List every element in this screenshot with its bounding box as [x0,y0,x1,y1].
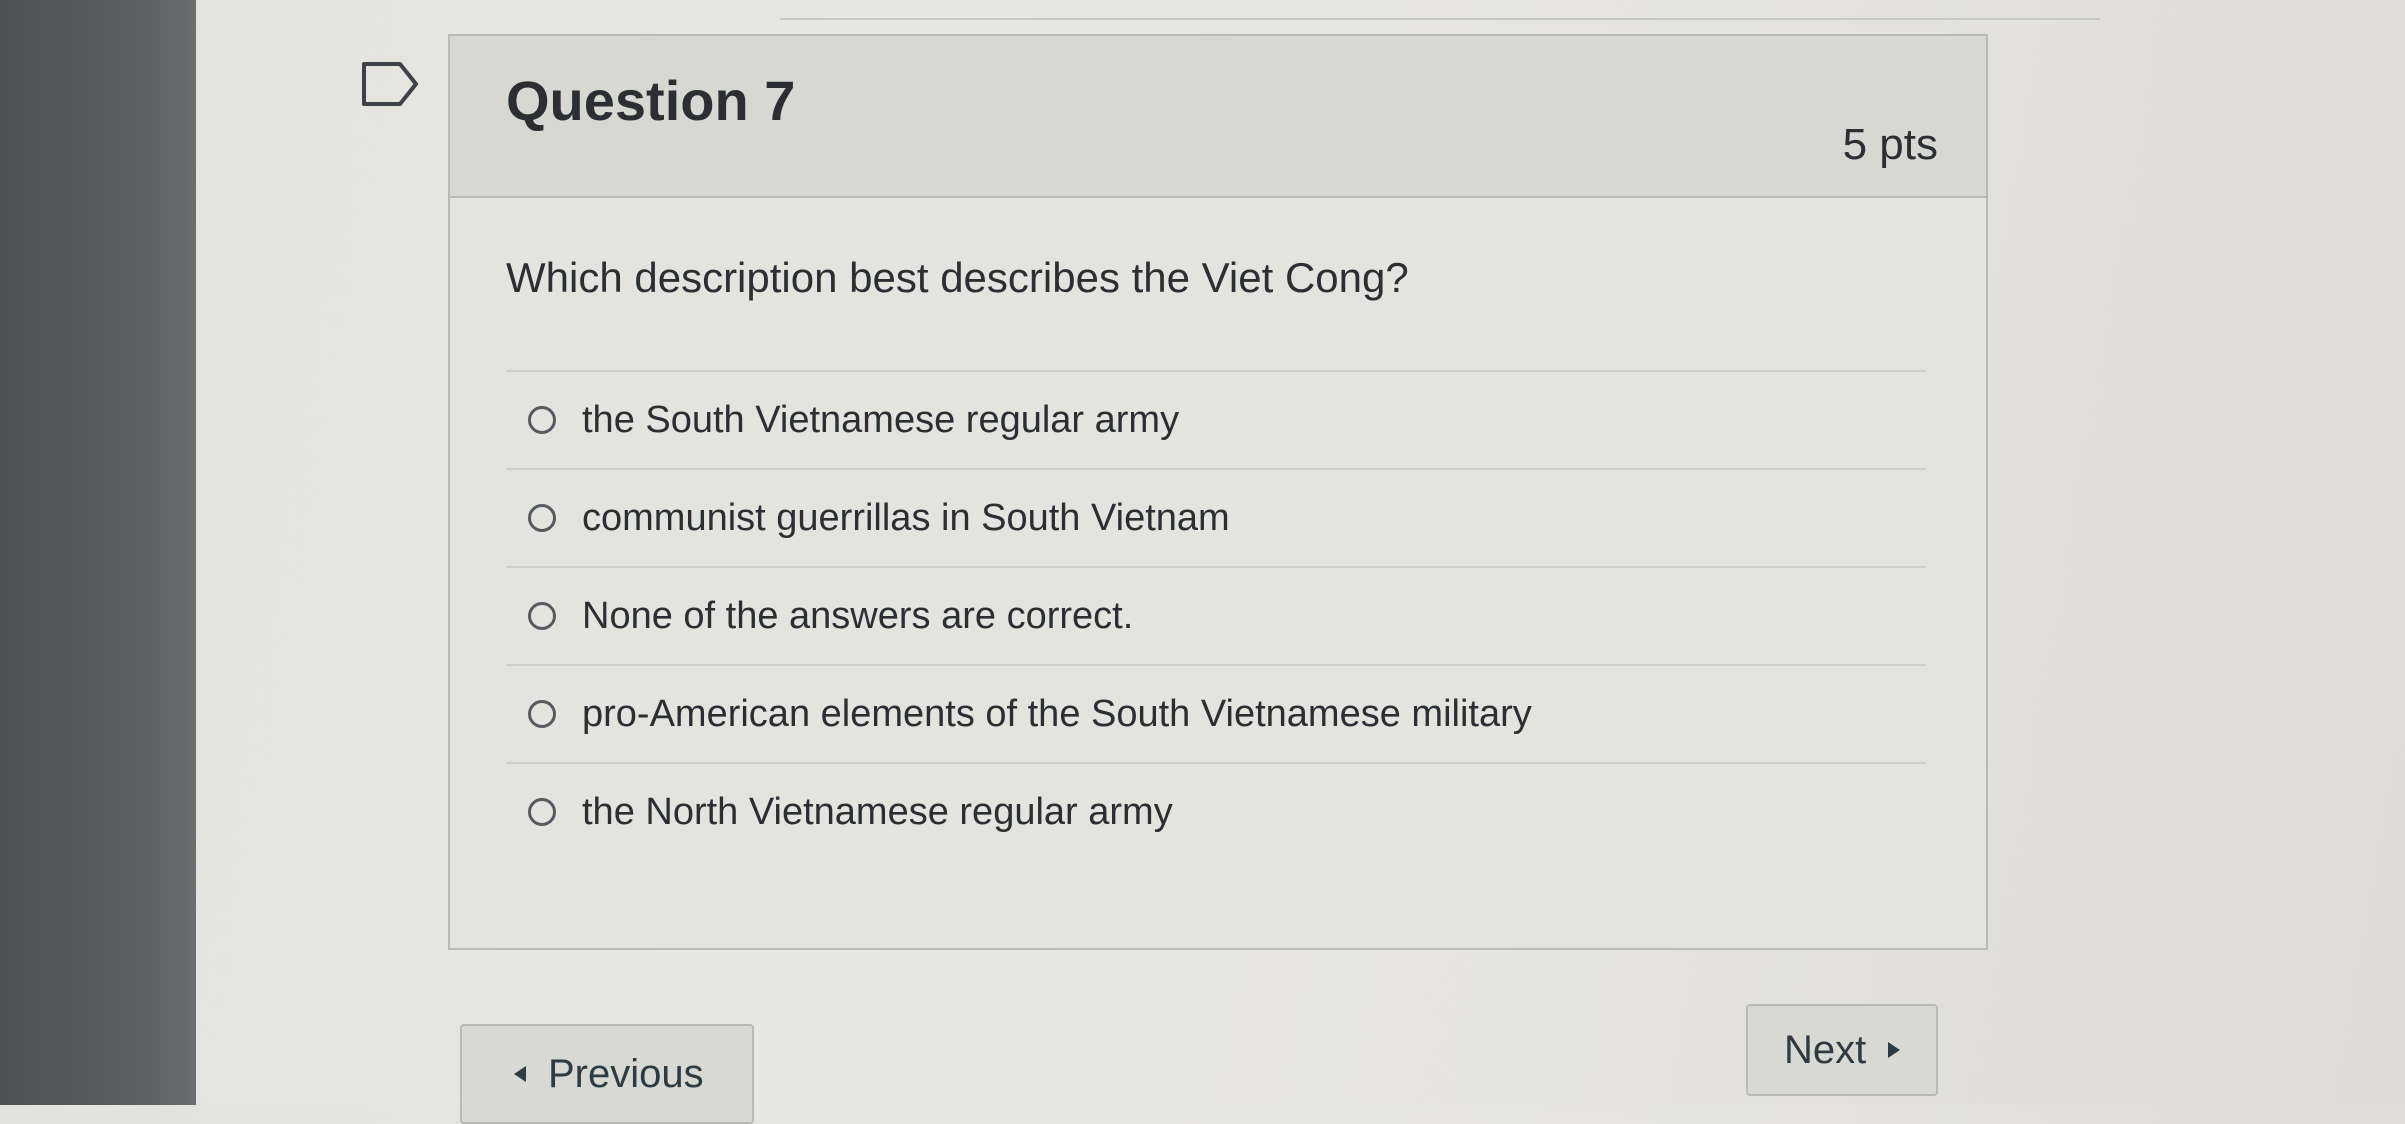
radio-button[interactable] [528,406,556,434]
monitor-bezel [0,0,196,1105]
radio-button[interactable] [528,700,556,728]
answer-option[interactable]: None of the answers are correct. [506,566,1926,664]
radio-button[interactable] [528,504,556,532]
previous-button[interactable]: Previous [460,1024,754,1124]
next-label: Next [1784,1027,1867,1072]
answer-option[interactable]: the North Vietnamese regular army [506,762,1926,860]
question-header: Question 7 5 pts [450,36,1986,198]
previous-label: Previous [548,1051,704,1096]
answer-option[interactable]: the South Vietnamese regular army [506,370,1926,468]
triangle-right-icon [1888,1042,1901,1058]
question-title: Question 7 [506,69,796,132]
top-divider [780,18,2100,20]
question-card: Question 7 5 pts Which description best … [448,34,1988,950]
question-points: 5 pts [1842,120,1938,169]
triangle-left-icon [514,1066,526,1082]
answer-option[interactable]: pro-American elements of the South Vietn… [506,664,1926,762]
question-text: Which description best describes the Vie… [506,254,1409,301]
radio-button[interactable] [528,602,556,630]
answer-option[interactable]: communist guerrillas in South Vietnam [506,468,1926,566]
next-button[interactable]: Next [1746,1004,1938,1096]
answer-label[interactable]: the North Vietnamese regular army [582,791,1173,834]
flag-icon[interactable] [360,60,420,108]
radio-button[interactable] [528,798,556,826]
answer-list: the South Vietnamese regular army commun… [506,370,1926,860]
answer-label[interactable]: None of the answers are correct. [582,595,1133,638]
answer-label[interactable]: the South Vietnamese regular army [582,399,1179,442]
answer-label[interactable]: pro-American elements of the South Vietn… [582,693,1532,736]
answer-label[interactable]: communist guerrillas in South Vietnam [582,497,1230,540]
